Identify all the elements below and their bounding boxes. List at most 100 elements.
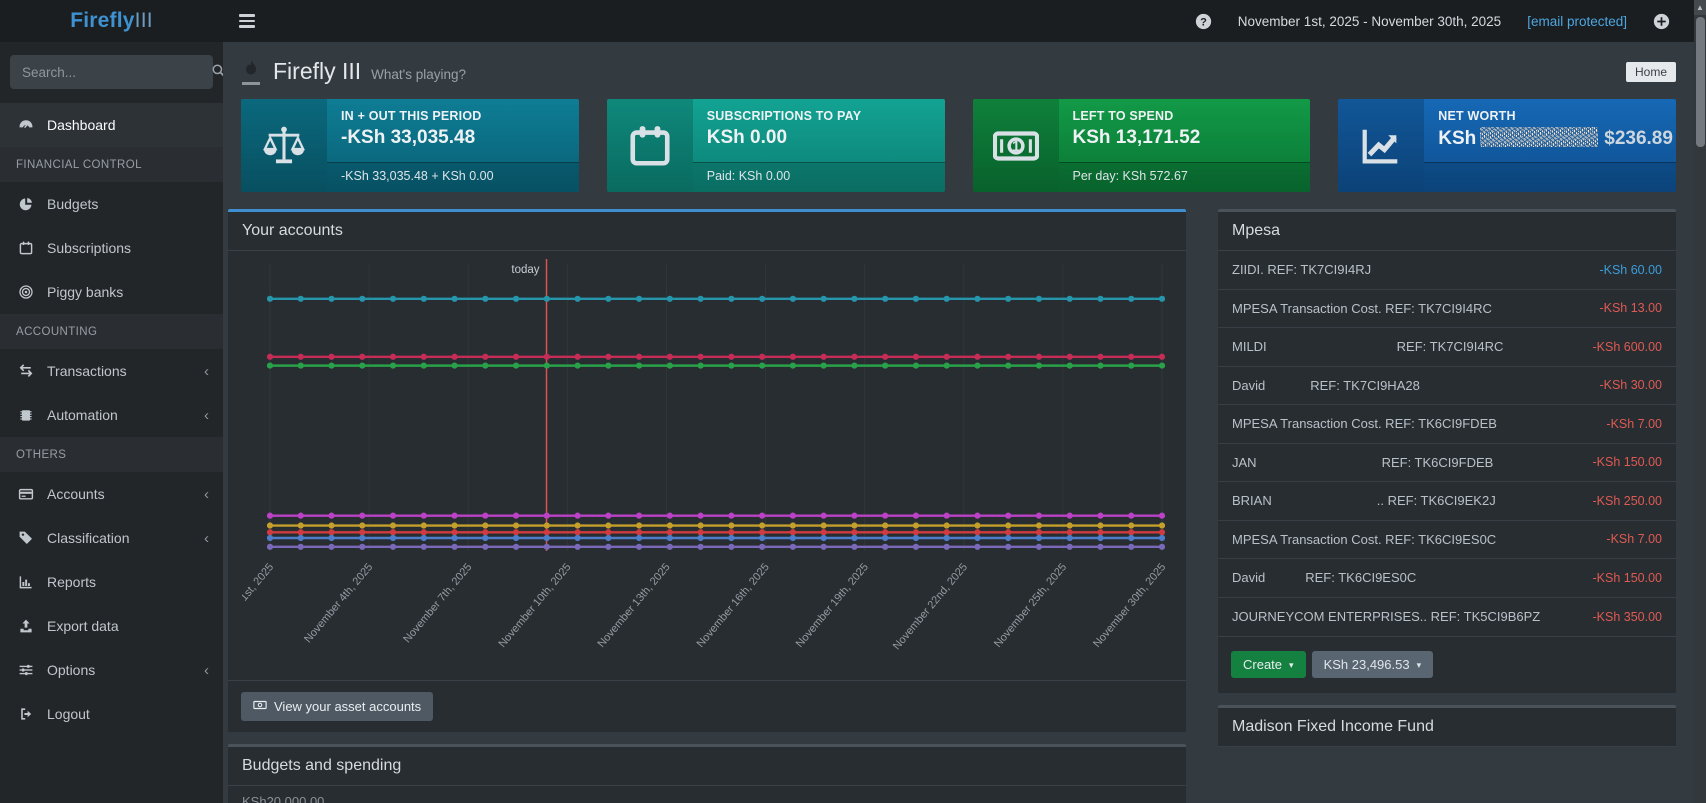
transaction-row[interactable]: David REF: TK7CI9HA28 -KSh 30.00 xyxy=(1218,367,1676,405)
sidebar-item-automation[interactable]: Automation ‹ xyxy=(0,393,223,437)
transaction-row[interactable]: JAN REF: TK6CI9FDEB -KSh 150.00 xyxy=(1218,444,1676,482)
sidebar-item-piggy-banks[interactable]: Piggy banks xyxy=(0,270,223,314)
breadcrumb-home[interactable]: Home xyxy=(1625,61,1676,82)
app-logo[interactable]: Firefly III xyxy=(0,0,223,42)
transaction-reference: REF: TK6CI9ES0C xyxy=(1305,570,1417,586)
page-scrollbar[interactable]: ▲ xyxy=(1694,0,1706,803)
sidebar-item-accounts[interactable]: Accounts ‹ xyxy=(0,472,223,516)
madison-fund-title: Madison Fixed Income Fund xyxy=(1218,708,1676,747)
svg-text:November 25th, 2025: November 25th, 2025 xyxy=(992,561,1069,650)
transaction-amount: -KSh 600.00 xyxy=(1592,339,1663,354)
accounts-line-chart-svg: November 1st, 2025 November 4th, 2025 Nove… xyxy=(223,259,1168,652)
info-box-value-secondary: $236.89 xyxy=(1604,128,1673,149)
sidebar-section-financial-control: FINANCIAL CONTROL xyxy=(0,147,223,182)
svg-text:November 4th, 2025: November 4th, 2025 xyxy=(302,561,375,645)
search-button[interactable] xyxy=(211,55,223,89)
help-icon[interactable]: ? xyxy=(1195,13,1212,30)
transaction-row[interactable]: MPESA Transaction Cost. REF: TK6CI9ES0C -… xyxy=(1218,521,1676,559)
scrollbar-thumb[interactable] xyxy=(1695,17,1705,147)
sidebar-item-label: Transactions xyxy=(47,363,127,379)
caret-down-icon: ▾ xyxy=(1289,660,1294,670)
info-box-value: KSh 13,171.52 xyxy=(1072,127,1201,148)
sidebar-item-label: Automation xyxy=(47,407,118,423)
sidebar-item-classification[interactable]: Classification ‹ xyxy=(0,516,223,560)
svg-text:November 19th, 2025: November 19th, 2025 xyxy=(794,561,871,650)
redacted-gap xyxy=(1265,577,1305,578)
transaction-row[interactable]: MPESA Transaction Cost. REF: TK6CI9FDEB -… xyxy=(1218,405,1676,444)
sidebar-item-dashboard[interactable]: Dashboard xyxy=(0,103,223,147)
transaction-row[interactable]: ZIIDI. REF: TK7CI9I4RJ -KSh 60.00 xyxy=(1218,251,1676,290)
top-navbar: Firefly III ? November 1st, 2025 - Novemb… xyxy=(0,0,1706,42)
transaction-reference: .. REF: TK6CI9EK2J xyxy=(1376,493,1496,509)
sidebar-item-label: Budgets xyxy=(47,196,99,212)
info-box-footer: Paid: KSh 0.00 xyxy=(692,162,945,192)
sidebar-item-budgets[interactable]: Budgets xyxy=(0,182,223,226)
transaction-row[interactable]: David REF: TK6CI9ES0C -KSh 150.00 xyxy=(1218,559,1676,598)
credit-card-icon xyxy=(16,485,36,503)
info-box-footer xyxy=(1424,162,1676,192)
transaction-amount: -KSh 30.00 xyxy=(1599,378,1662,393)
mpesa-panel: Mpesa ZIIDI. REF: TK7CI9I4RJ -KSh 60.00 MP… xyxy=(1218,209,1676,693)
pie-chart-icon xyxy=(16,195,36,213)
main-content: Firefly III What's playing? Home IN + OU… xyxy=(223,42,1694,803)
info-box-value: KSh 0.00 xyxy=(706,127,788,148)
transaction-row[interactable]: BRIAN .. REF: TK6CI9EK2J -KSh 250.00 xyxy=(1218,482,1676,521)
sidebar-item-reports[interactable]: Reports xyxy=(0,560,223,604)
sidebar-item-label: Accounts xyxy=(47,486,105,502)
chevron-left-icon: ‹ xyxy=(204,362,209,380)
budget-amount-label: KSh20,000.00 xyxy=(242,794,325,803)
sidebar-toggle-icon[interactable] xyxy=(227,0,267,42)
view-asset-accounts-button[interactable]: View your asset accounts xyxy=(241,692,434,721)
sidebar-item-label: Piggy banks xyxy=(47,284,124,300)
transaction-list: ZIIDI. REF: TK7CI9I4RJ -KSh 60.00 MPESA Tr… xyxy=(1218,251,1676,636)
transaction-row[interactable]: MILDI REF: TK7CI9I4RC -KSh 600.00 xyxy=(1218,328,1676,367)
transaction-amount: -KSh 250.00 xyxy=(1592,493,1663,508)
create-button[interactable]: Create ▾ xyxy=(1231,651,1306,678)
plus-circle-icon[interactable] xyxy=(1653,13,1670,30)
transaction-description: MILDI xyxy=(1232,339,1267,355)
account-balance-dropdown[interactable]: KSh 23,496.53 ▾ xyxy=(1311,651,1434,678)
search-input[interactable] xyxy=(10,64,211,80)
info-box-left-to-spend[interactable]: 1 LEFT TO SPEND KSh 13,171.52 Per day: KSh … xyxy=(972,99,1311,192)
user-email-link[interactable]: [email protected] xyxy=(1527,14,1627,29)
transaction-description: MPESA Transaction Cost. REF: TK6CI9FDEB xyxy=(1232,416,1497,432)
accounts-chart: November 1st, 2025 November 4th, 2025 Nove… xyxy=(223,251,1186,680)
sidebar-item-label: Logout xyxy=(47,706,90,722)
transaction-row[interactable]: MPESA Transaction Cost. REF: TK7CI9I4RC -… xyxy=(1218,290,1676,328)
svg-text:1: 1 xyxy=(1012,138,1020,154)
transaction-description: MPESA Transaction Cost. REF: TK7CI9I4RC xyxy=(1232,300,1492,316)
info-box-value: KSh $236.89 xyxy=(1438,127,1673,149)
sidebar-item-label: Reports xyxy=(47,574,97,590)
transaction-amount: -KSh 150.00 xyxy=(1592,455,1663,470)
sidebar-item-options[interactable]: Options ‹ xyxy=(0,648,223,692)
info-box-value: -KSh 33,035.48 xyxy=(341,127,476,148)
tag-icon xyxy=(16,529,36,547)
info-box-net-worth[interactable]: NET WORTH KSh $236.89 xyxy=(1338,99,1676,192)
transaction-row[interactable]: JOURNEYCOM ENTERPRISES.. REF: TK5CI9B6PZ… xyxy=(1218,598,1676,637)
money-bill-icon xyxy=(253,698,267,715)
scroll-up-arrow-icon[interactable]: ▲ xyxy=(1694,0,1706,15)
transaction-description: BRIAN xyxy=(1232,493,1272,509)
date-range[interactable]: November 1st, 2025 - November 30th, 2025 xyxy=(1238,14,1501,29)
chevron-left-icon: ‹ xyxy=(204,529,209,547)
sidebar-item-label: Export data xyxy=(47,618,119,634)
sidebar-item-label: Options xyxy=(47,662,96,678)
info-box-footer: -KSh 33,035.48 + KSh 0.00 xyxy=(327,162,579,192)
balance-scale-icon xyxy=(241,99,327,192)
bar-chart-icon xyxy=(16,573,36,591)
sidebar-item-transactions[interactable]: Transactions ‹ xyxy=(0,349,223,393)
mpesa-panel-title: Mpesa xyxy=(1218,212,1676,251)
svg-text:November 10th, 2025: November 10th, 2025 xyxy=(496,561,573,650)
sidebar-item-logout[interactable]: Logout xyxy=(0,692,223,736)
svg-text:November 7th, 2025: November 7th, 2025 xyxy=(401,561,474,645)
info-box-subscriptions-to-pay[interactable]: SUBSCRIPTIONS TO PAY KSh 0.00 Paid: KSh 0.… xyxy=(606,99,945,192)
svg-text:November 30th, 2025: November 30th, 2025 xyxy=(1091,561,1168,650)
transaction-amount: -KSh 350.00 xyxy=(1592,609,1663,624)
info-box-in-out-this-period[interactable]: IN + OUT THIS PERIOD -KSh 33,035.48 -KSh 3… xyxy=(241,99,579,192)
sidebar-section-accounting: ACCOUNTING xyxy=(0,314,223,349)
sidebar-item-label: Dashboard xyxy=(47,117,116,133)
svg-text:November 22nd, 2025: November 22nd, 2025 xyxy=(891,561,970,652)
sidebar-item-subscriptions[interactable]: Subscriptions xyxy=(0,226,223,270)
sidebar-item-export-data[interactable]: Export data xyxy=(0,604,223,648)
sidebar: Dashboard FINANCIAL CONTROL Budgets Subscri… xyxy=(0,42,223,803)
